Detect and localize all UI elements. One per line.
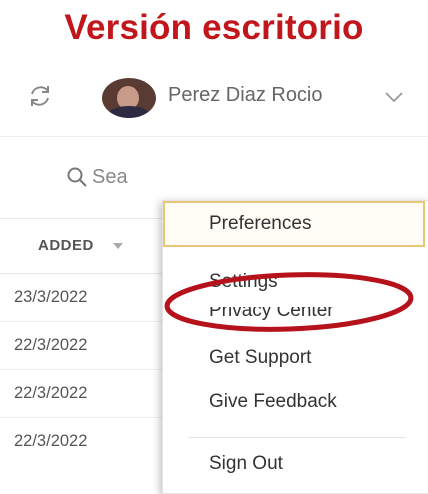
sort-down-icon[interactable]: [112, 241, 124, 251]
menu-item-label: Give Feedback: [209, 391, 337, 412]
menu-item-get-support[interactable]: Get Support: [209, 347, 311, 369]
search-placeholder: Sea: [92, 166, 128, 188]
date-cell: 22/3/2022: [14, 384, 88, 402]
refresh-icon[interactable]: [26, 82, 54, 110]
menu-item-label: Settings: [209, 271, 278, 292]
user-name[interactable]: Perez Diaz Rocio: [168, 84, 323, 107]
menu-item-privacy-center[interactable]: Privacy Center: [209, 307, 334, 323]
user-avatar[interactable]: [102, 78, 156, 118]
column-header-added[interactable]: ADDED: [38, 237, 94, 254]
menu-item-label: Sign Out: [209, 453, 283, 474]
menu-item-preferences[interactable]: Preferences: [163, 201, 425, 247]
search-icon: [67, 167, 87, 187]
top-bar: Perez Diaz Rocio: [0, 60, 428, 137]
menu-item-settings[interactable]: Settings: [209, 271, 278, 293]
menu-item-sign-out[interactable]: Sign Out: [209, 453, 283, 475]
chevron-down-icon[interactable]: [384, 90, 404, 104]
app-window: Perez Diaz Rocio Sea ADDED 23/3/2022 22/…: [0, 60, 428, 494]
menu-item-give-feedback[interactable]: Give Feedback: [209, 391, 337, 413]
date-cell: 23/3/2022: [14, 288, 88, 306]
menu-divider: [189, 437, 405, 438]
menu-item-label: Preferences: [209, 213, 312, 234]
avatar-shoulders: [108, 106, 150, 118]
menu-item-label: Privacy Center: [209, 307, 334, 321]
date-cell: 22/3/2022: [14, 336, 88, 354]
date-cell: 22/3/2022: [14, 432, 88, 450]
menu-item-label: Get Support: [209, 347, 312, 368]
caption-title: Versión escritorio: [64, 8, 364, 47]
